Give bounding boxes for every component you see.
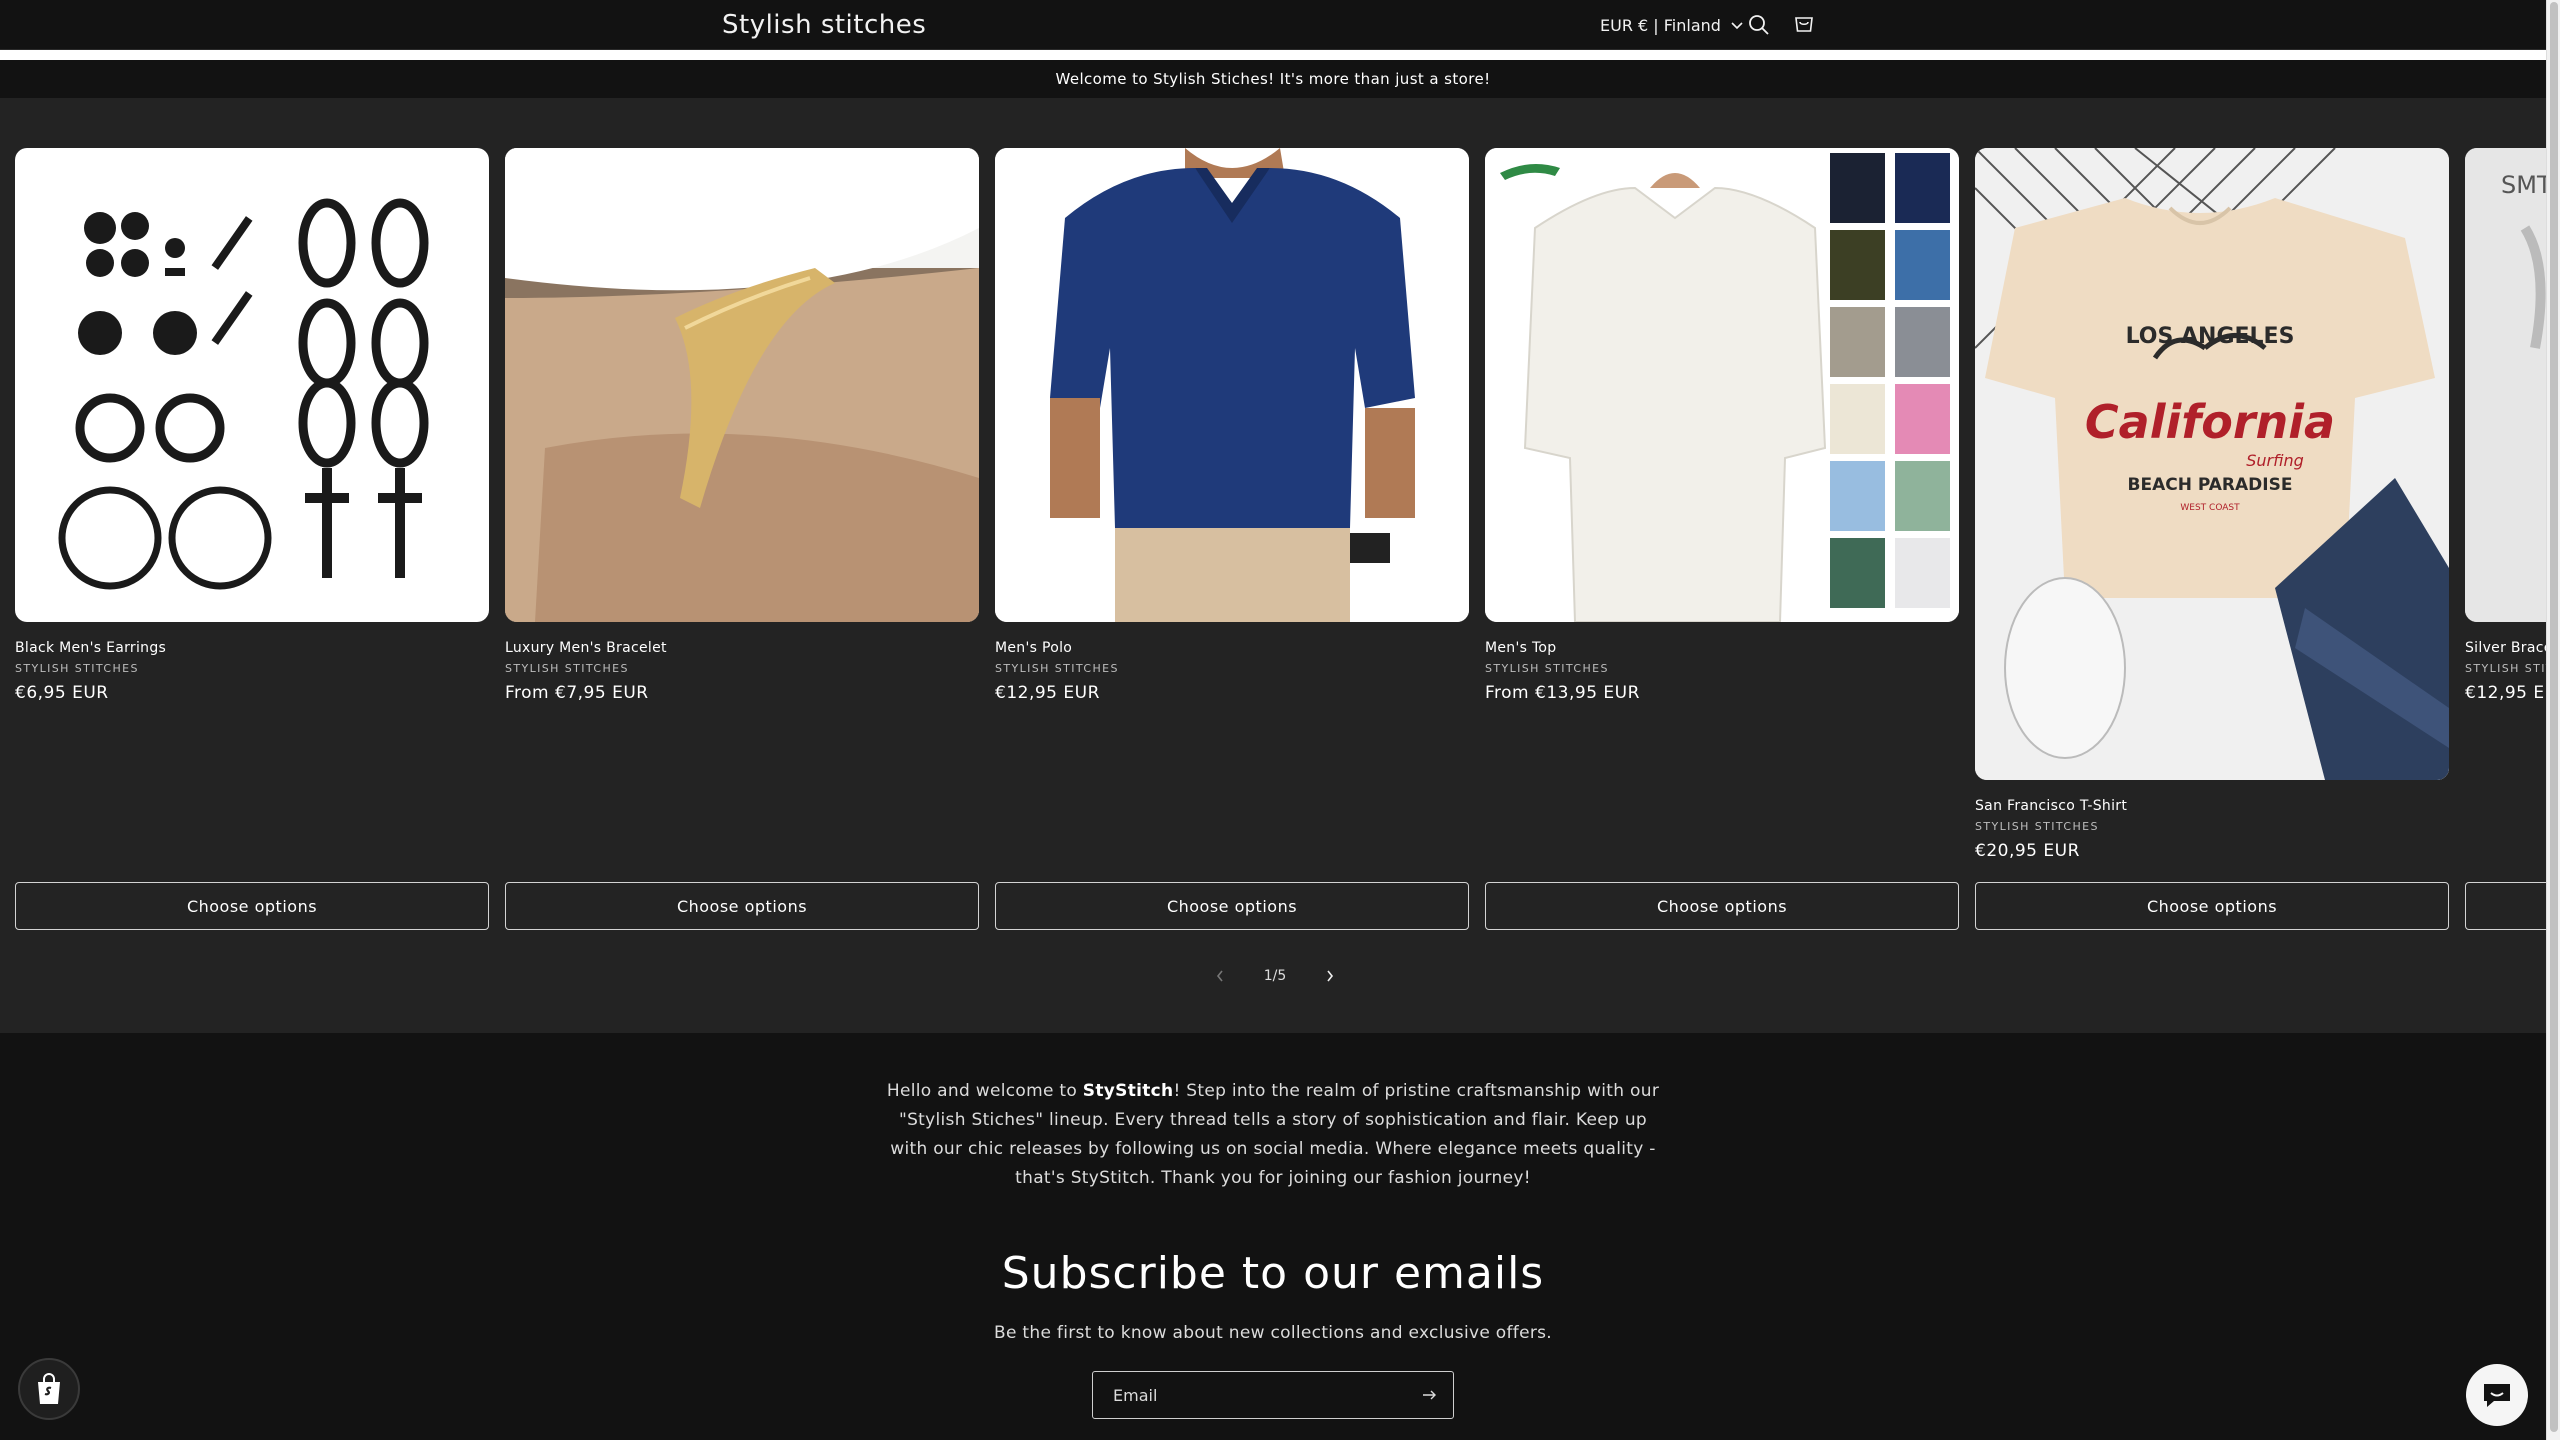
slide-counter: 1/5 (1264, 968, 1287, 984)
choose-options-button-partial[interactable] (2465, 882, 2546, 930)
next-slide-button[interactable] (1320, 966, 1340, 986)
cart-icon[interactable] (1791, 12, 1817, 38)
page-scrollbar[interactable] (2546, 0, 2560, 1440)
scrollbar-thumb[interactable] (2550, 2, 2558, 1432)
shopping-bag-icon (38, 1373, 60, 1404)
product-title[interactable]: Silver Brace (2465, 640, 2546, 656)
tshirt-illustration: LOS ANGELES California Surfing BEACH PAR… (1975, 148, 2449, 780)
slide-current: 1 (1263, 968, 1273, 984)
product-card[interactable]: Men's Polo STYLISH STITCHES €12,95 EUR (995, 148, 1469, 703)
header-divider (0, 50, 2546, 60)
product-vendor: STYLISH STITCHES (1975, 820, 2099, 833)
product-carousel: Black Men's Earrings STYLISH STITCHES €6… (0, 98, 2546, 1033)
subscribe-button[interactable] (1407, 1372, 1453, 1418)
product-title[interactable]: Men's Polo (995, 640, 1469, 656)
previous-slide-button[interactable] (1210, 966, 1230, 986)
email-input[interactable] (1093, 1372, 1407, 1418)
product-vendor: STYLISH STITCHES (995, 662, 1119, 675)
currency-selector[interactable]: EUR € | Finland (1600, 16, 1743, 35)
tshirt-text-2: California (2085, 395, 2335, 449)
chevron-left-icon (1216, 970, 1223, 982)
shop-pay-button[interactable] (18, 1358, 80, 1420)
chat-icon (2484, 1384, 2510, 1407)
product-image-polo[interactable] (995, 148, 1469, 622)
about-brand: StyStitch (1082, 1081, 1174, 1101)
product-card[interactable]: Black Men's Earrings STYLISH STITCHES €6… (15, 148, 489, 703)
product-card[interactable]: Men's Top STYLISH STITCHES From €13,95 E… (1485, 148, 1959, 703)
about-text: Hello and welcome to StyStitch! Step int… (880, 1077, 1666, 1193)
currency-label: EUR € | Finland (1600, 16, 1721, 35)
product-image-bracelet[interactable] (505, 148, 979, 622)
choose-options-button[interactable]: Choose options (995, 882, 1469, 930)
top-illustration (1485, 148, 1959, 622)
subscribe-text: Be the first to know about new collectio… (993, 1323, 1552, 1343)
product-card[interactable]: Luxury Men's Bracelet STYLISH STITCHES F… (505, 148, 979, 703)
site-header: Stylish stitches EUR € | Finland (0, 0, 2546, 50)
polo-illustration (995, 148, 1469, 622)
product-title[interactable]: Men's Top (1485, 640, 1959, 656)
slide-total: 5 (1277, 968, 1287, 984)
choose-options-button[interactable]: Choose options (1485, 882, 1959, 930)
product-vendor: STYLISH STIT (2465, 662, 2546, 675)
product-image-top[interactable] (1485, 148, 1959, 622)
product-title[interactable]: Luxury Men's Bracelet (505, 640, 979, 656)
product-card[interactable]: LOS ANGELES California Surfing BEACH PAR… (1975, 148, 2449, 861)
product-price: €12,95 EUR (995, 683, 1100, 703)
site-footer: Hello and welcome to StyStitch! Step int… (0, 1033, 2546, 1440)
product-vendor: STYLISH STITCHES (15, 662, 139, 675)
product-price: €12,95 EU (2465, 683, 2546, 703)
subscribe-title: Subscribe to our emails (1001, 1248, 1545, 1299)
product-image-silver-bracelet[interactable]: SMT (2465, 148, 2546, 622)
carousel-pager: 1/5 (1210, 966, 1340, 986)
newsletter-form (1092, 1371, 1454, 1419)
choose-options-button[interactable]: Choose options (1975, 882, 2449, 930)
tshirt-text-4: BEACH PARADISE (2128, 475, 2293, 495)
search-icon[interactable] (1746, 12, 1772, 38)
product-card-partial[interactable]: SMT Silver Brace STYLISH STIT €12,95 EU (2465, 148, 2546, 703)
bracelet-illustration (505, 148, 979, 622)
chevron-down-icon (1731, 21, 1743, 29)
arrow-right-icon (1423, 1390, 1436, 1400)
earrings-illustration (58, 198, 429, 590)
brand-logo[interactable]: Stylish stitches (722, 10, 926, 40)
tshirt-text-3: Surfing (2246, 451, 2304, 470)
announcement-bar: Welcome to Stylish Stiches! It's more th… (0, 60, 2546, 98)
choose-options-button[interactable]: Choose options (15, 882, 489, 930)
product-image-tshirt[interactable]: LOS ANGELES California Surfing BEACH PAR… (1975, 148, 2449, 780)
tshirt-text-5: WEST COAST (2180, 503, 2240, 513)
product-title[interactable]: San Francisco T-Shirt (1975, 798, 2449, 814)
product-image-earrings[interactable] (15, 148, 489, 622)
product-price: €6,95 EUR (15, 683, 109, 703)
partial-image-text: SMT (2501, 171, 2546, 199)
product-price: From €13,95 EUR (1485, 683, 1640, 703)
chat-button[interactable] (2466, 1364, 2528, 1426)
silver-bracelet-illustration: SMT (2465, 148, 2546, 622)
choose-options-button[interactable]: Choose options (505, 882, 979, 930)
product-price: €20,95 EUR (1975, 841, 2080, 861)
product-vendor: STYLISH STITCHES (1485, 662, 1609, 675)
chevron-right-icon (1327, 970, 1334, 982)
product-title[interactable]: Black Men's Earrings (15, 640, 489, 656)
product-vendor: STYLISH STITCHES (505, 662, 629, 675)
about-text-pre: Hello and welcome to (886, 1081, 1083, 1101)
product-price: From €7,95 EUR (505, 683, 649, 703)
